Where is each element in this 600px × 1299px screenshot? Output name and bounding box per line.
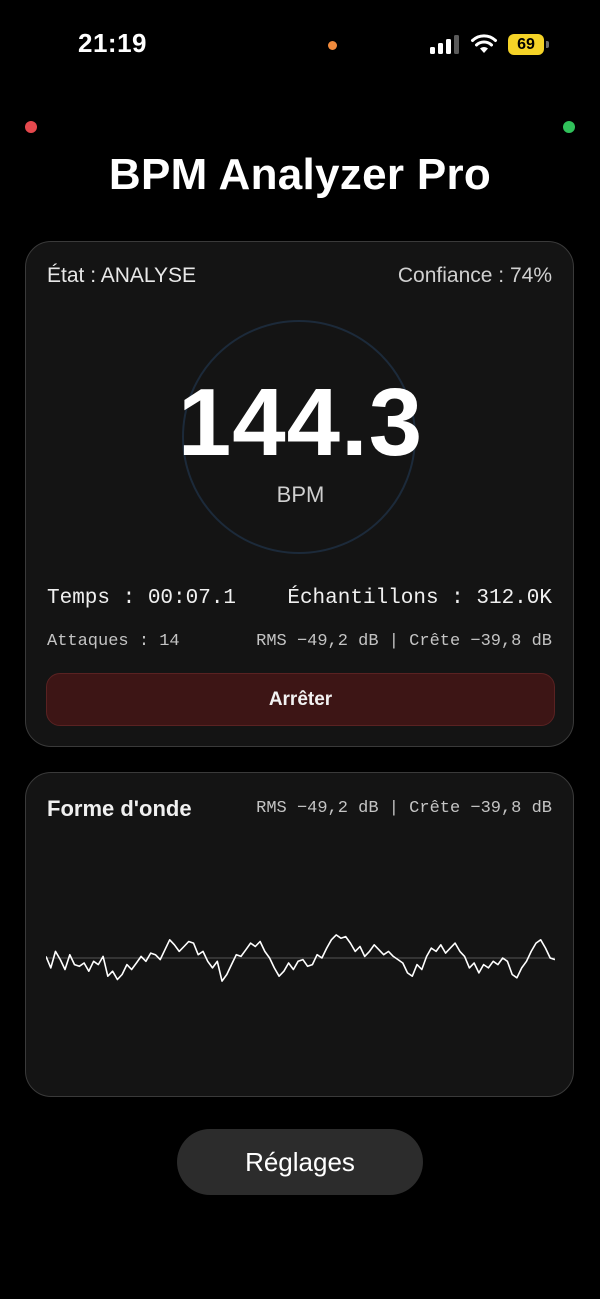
confidence-label: Confiance : 74%: [397, 264, 552, 287]
status-bar: 21:19 69: [0, 0, 600, 90]
battery-icon: 69: [508, 34, 550, 55]
stop-button[interactable]: Arrêter: [46, 673, 555, 726]
cellular-signal-icon: [430, 35, 459, 54]
bpm-value: 144.3: [177, 369, 424, 476]
analysis-card: État : ANALYSE Confiance : 74% 144.3 BPM…: [25, 241, 574, 747]
signal-levels: RMS −49,2 dB | Crête −39,8 dB: [256, 632, 552, 651]
elapsed-time: Temps : 00:07.1: [47, 587, 237, 610]
sample-count: Échantillons : 312.0K: [287, 587, 552, 610]
waveform-plot: [46, 934, 555, 982]
green-indicator-dot: [563, 121, 575, 133]
onset-count: Attaques : 14: [47, 632, 180, 651]
battery-cap: [546, 41, 549, 48]
settings-button[interactable]: Réglages: [177, 1129, 423, 1195]
app-title: BPM Analyzer Pro: [108, 150, 492, 199]
status-time: 21:19: [78, 28, 147, 58]
privacy-indicator-dot: [328, 41, 337, 50]
waveform-levels: RMS −49,2 dB | Crête −39,8 dB: [256, 799, 552, 818]
state-label: État : ANALYSE: [47, 264, 197, 287]
bpm-unit: BPM: [276, 482, 325, 507]
red-indicator-dot: [25, 121, 37, 133]
waveform-title: Forme d'onde: [47, 796, 192, 821]
waveform-card: Forme d'onde RMS −49,2 dB | Crête −39,8 …: [25, 772, 574, 1097]
stats-line: Temps : 00:07.1 Échantillons : 312.0K: [47, 587, 552, 610]
wifi-icon: [471, 34, 497, 53]
levels-line: Attaques : 14 RMS −49,2 dB | Crête −39,8…: [47, 632, 552, 651]
battery-level: 69: [508, 34, 544, 55]
